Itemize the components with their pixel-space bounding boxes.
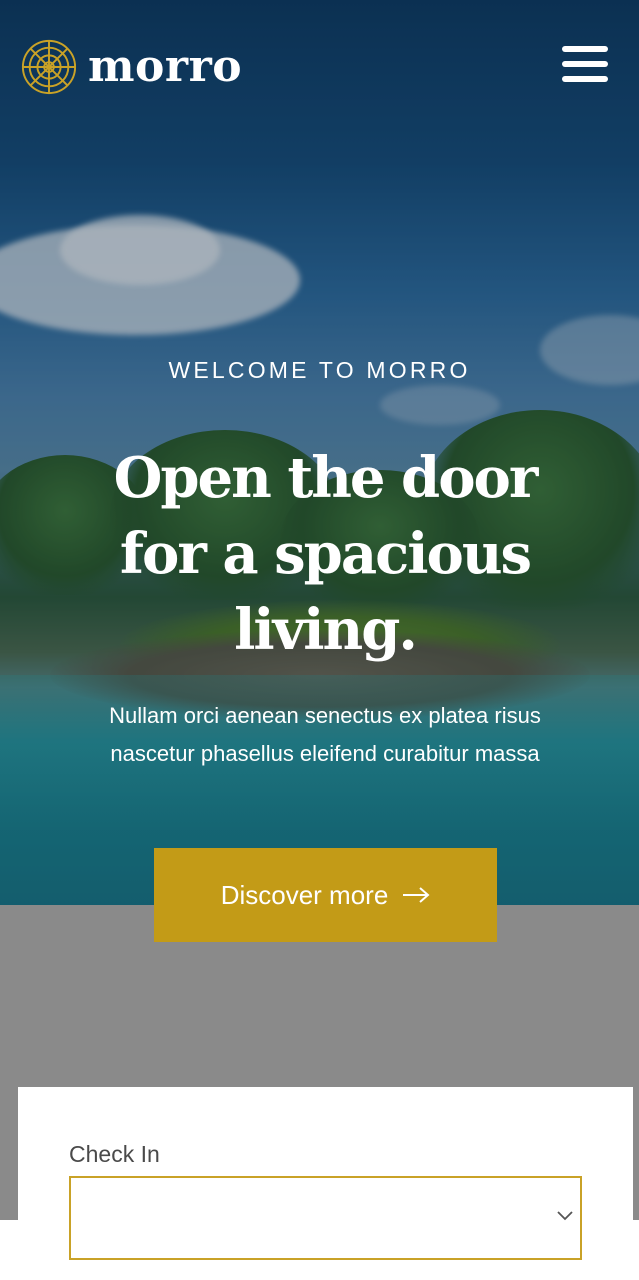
menu-line: [562, 76, 608, 82]
booking-form: Check In: [18, 1087, 633, 1280]
logo[interactable]: morro: [20, 38, 242, 96]
menu-line: [562, 61, 608, 67]
hero-headline: Open the door for a spacious living.: [113, 445, 539, 663]
hamburger-menu-icon[interactable]: [558, 44, 612, 84]
check-in-label: Check In: [69, 1141, 160, 1167]
chevron-down-icon: [557, 1211, 573, 1221]
discover-more-label: Discover more: [220, 879, 389, 910]
logo-text: morro: [88, 41, 243, 92]
page: morro WELCOME TO MORRO Open the door for…: [0, 0, 639, 1280]
check-in-select[interactable]: [69, 1176, 582, 1260]
hero-eyebrow: WELCOME TO MORRO: [168, 357, 471, 383]
discover-more-button[interactable]: Discover more: [154, 848, 497, 942]
hero-subtext: Nullam orci aenean senectus ex platea ri…: [109, 703, 541, 766]
mandala-logo-icon: [21, 39, 77, 95]
arrow-right-icon: [403, 887, 430, 903]
menu-line: [562, 46, 608, 52]
